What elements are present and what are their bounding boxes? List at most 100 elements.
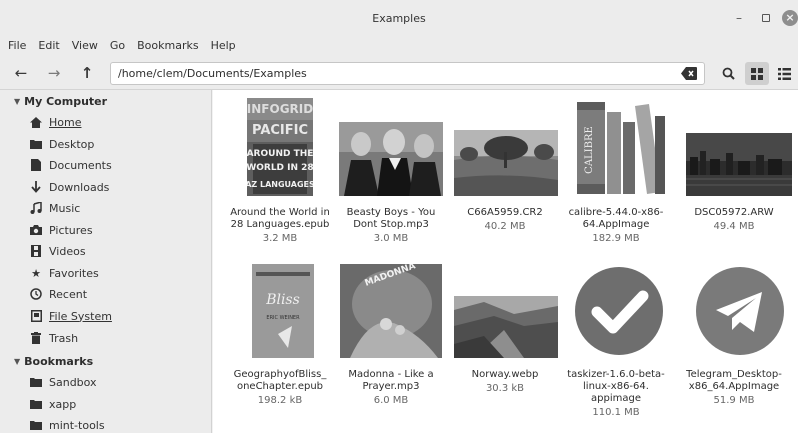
sidebar-item-label: Videos [49, 244, 86, 258]
svg-text:ERIC WEINER: ERIC WEINER [266, 315, 300, 321]
file-size: 6.0 MB [373, 395, 409, 406]
file-name: taskizer-1.6.0-beta- [567, 369, 665, 380]
sidebar-item-xapp[interactable]: xapp [30, 394, 76, 414]
file-size: 3.2 MB [262, 233, 298, 244]
menu-edit[interactable]: Edit [38, 39, 59, 52]
file-name: calibre-5.44.0-x86- [568, 207, 664, 218]
maximize-button[interactable] [757, 9, 775, 27]
svg-text:Bliss: Bliss [265, 292, 300, 308]
icon-view-button[interactable] [745, 62, 769, 85]
telegram-app-icon [690, 264, 790, 358]
file-name: linux-x86-64. [583, 381, 649, 392]
list-icon [777, 67, 791, 80]
menu-go[interactable]: Go [110, 39, 125, 52]
folder-icon [30, 138, 42, 150]
title-bar: Examples – × [0, 0, 798, 34]
norway-photo-thumbnail [454, 296, 558, 358]
arrow-right-icon: → [47, 64, 61, 82]
file-name: 28 Languages.epub [230, 219, 330, 230]
sidebar-item-music[interactable]: Music [30, 198, 80, 218]
sidebar-item-home[interactable]: Home [30, 112, 81, 132]
file-name: Norway.webp [471, 369, 539, 380]
file-name: DSC05972.ARW [694, 207, 774, 218]
sidebar-item-videos[interactable]: Videos [30, 241, 86, 261]
location-bar[interactable]: /home/clem/Documents/Examples [110, 62, 705, 85]
drive-icon [30, 310, 42, 322]
document-icon [30, 159, 42, 171]
back-button[interactable]: ← [10, 62, 32, 84]
section-my-computer[interactable]: ▼ My Computer [14, 95, 107, 108]
camera-icon [30, 224, 42, 236]
sidebar-item-label: Downloads [49, 180, 110, 194]
file-name: Prayer.mp3 [362, 381, 420, 392]
clock-icon [30, 288, 42, 300]
download-icon [30, 181, 42, 193]
section-bookmarks[interactable]: ▼ Bookmarks [14, 355, 93, 368]
sidebar-item-label: Trash [49, 331, 79, 345]
up-button[interactable]: ↑ [76, 62, 98, 84]
section-label: Bookmarks [24, 355, 94, 368]
sidebar-item-trash[interactable]: Trash [30, 328, 78, 348]
minimize-icon: – [736, 11, 742, 25]
toolbar: ← → ↑ /home/clem/Documents/Examples [0, 56, 798, 90]
search-icon [722, 67, 735, 80]
menu-help[interactable]: Help [211, 39, 236, 52]
folder-icon [30, 376, 42, 388]
file-name: Dont Stop.mp3 [353, 219, 429, 230]
sidebar-item-label: Favorites [49, 266, 99, 280]
file-size: 110.1 MB [592, 407, 640, 418]
grid-icon [751, 67, 763, 80]
file-size: 182.9 MB [592, 233, 640, 244]
sidebar-item-recent[interactable]: Recent [30, 284, 87, 304]
sidebar-item-documents[interactable]: Documents [30, 155, 112, 175]
sidebar-item-desktop[interactable]: Desktop [30, 134, 94, 154]
city-photo-thumbnail [686, 133, 792, 196]
search-button[interactable] [716, 62, 740, 85]
svg-text:WORLD IN 28: WORLD IN 28 [247, 163, 313, 173]
close-icon: × [782, 10, 798, 26]
section-label: My Computer [24, 95, 108, 108]
forward-button[interactable]: → [43, 62, 65, 84]
svg-text:AZ LANGUAGES: AZ LANGUAGES [247, 180, 313, 189]
sidebar-item-favorites[interactable]: ★ Favorites [30, 263, 99, 283]
sidebar: ▼ My Computer Home Desktop Documents Dow… [0, 90, 212, 433]
file-name: Madonna - Like a [348, 369, 434, 380]
close-button[interactable]: × [781, 9, 798, 27]
svg-text:AROUND THE: AROUND THE [247, 149, 313, 159]
menu-file[interactable]: File [8, 39, 26, 52]
sidebar-item-sandbox[interactable]: Sandbox [30, 372, 97, 392]
photo-thumbnail [339, 122, 443, 196]
sidebar-item-label: Recent [49, 287, 88, 301]
file-name: Beasty Boys - You [346, 207, 436, 218]
sidebar-item-pictures[interactable]: Pictures [30, 220, 93, 240]
star-icon: ★ [31, 266, 41, 280]
location-path: /home/clem/Documents/Examples [118, 67, 307, 80]
home-icon [30, 116, 42, 128]
landscape-thumbnail [454, 130, 558, 196]
menu-bookmarks[interactable]: Bookmarks [137, 39, 198, 52]
clear-location-icon[interactable] [681, 67, 697, 80]
menu-view[interactable]: View [72, 39, 98, 52]
album-cover-thumbnail: MADONNA [340, 264, 442, 358]
book-cover-thumbnail: INFOGRID PACIFIC AROUND THE WORLD IN 28 … [247, 98, 313, 196]
list-view-button[interactable] [772, 62, 796, 85]
maximize-icon [762, 14, 770, 22]
file-name: Telegram_Desktop- [686, 369, 782, 380]
sidebar-item-file-system[interactable]: File System [30, 306, 112, 326]
sidebar-item-label: Pictures [49, 223, 93, 237]
sidebar-item-label: Music [49, 201, 81, 215]
sidebar-item-label: Sandbox [49, 375, 97, 389]
file-name: x86_64.AppImage [688, 381, 780, 392]
sidebar-item-downloads[interactable]: Downloads [30, 177, 109, 197]
file-size: 30.3 kB [485, 383, 525, 394]
minimize-button[interactable]: – [730, 9, 748, 27]
sidebar-item-label: File System [49, 309, 112, 323]
sidebar-item-label: Documents [49, 158, 112, 172]
sidebar-item-mint-tools[interactable]: mint-tools [30, 415, 105, 433]
file-name: C66A5959.CR2 [467, 207, 543, 218]
svg-text:PACIFIC: PACIFIC [252, 123, 308, 138]
calibre-app-thumbnail: CALIBRE [571, 98, 673, 196]
window-title: Examples [372, 12, 426, 25]
expander-icon: ▼ [14, 357, 21, 366]
file-name: 64.AppImage [582, 219, 650, 230]
